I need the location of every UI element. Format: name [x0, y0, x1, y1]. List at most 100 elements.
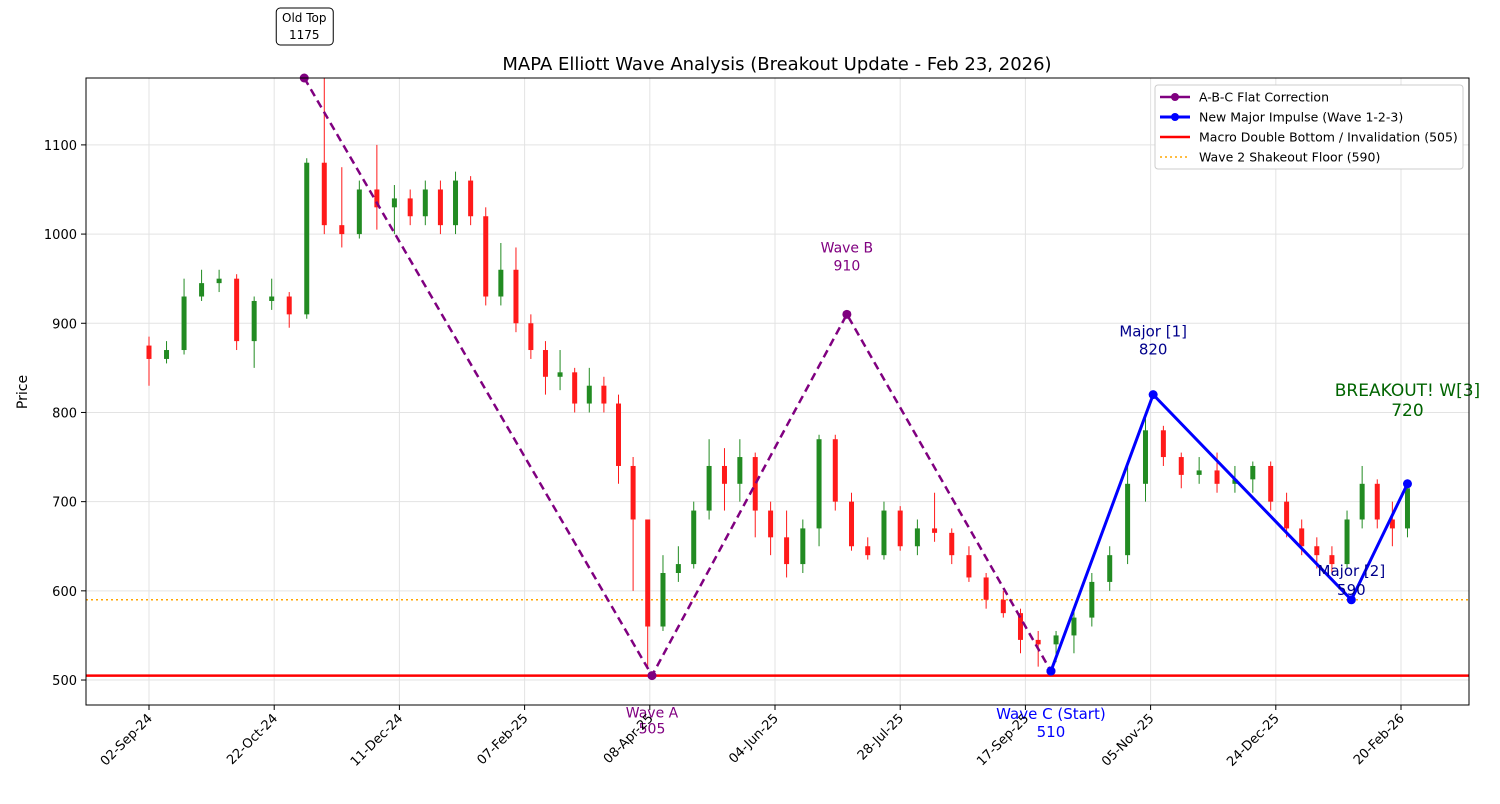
- legend-label: Macro Double Bottom / Invalidation (505): [1199, 130, 1458, 145]
- candle-body: [146, 345, 152, 359]
- annotation-m2: Major [2]590: [1318, 562, 1386, 599]
- annotation-label: Major [1]: [1119, 323, 1187, 341]
- x-tick-label: 20-Feb-26: [1351, 711, 1408, 768]
- candle-body: [691, 510, 697, 565]
- candle-body: [1035, 639, 1041, 645]
- candle: [1374, 479, 1380, 529]
- y-tick-label: 1100: [44, 139, 77, 154]
- candle-body: [542, 350, 548, 377]
- candle-body: [752, 457, 758, 511]
- candle-body: [339, 225, 345, 235]
- wave-point-marker: [842, 309, 852, 319]
- candle: [321, 78, 327, 235]
- candle: [832, 434, 838, 511]
- legend-label: Wave 2 Shakeout Floor (590): [1199, 150, 1380, 165]
- elliott-wave-chart: MAPA Elliott Wave Analysis (Breakout Upd…: [15, 7, 1480, 770]
- candle: [164, 341, 170, 364]
- candle: [146, 336, 152, 386]
- x-tick-label: 28-Jul-25: [855, 711, 907, 763]
- candle: [784, 510, 790, 578]
- plot-frame: [85, 77, 1470, 706]
- candle: [932, 492, 938, 542]
- annotation-oldtop: Old Top 1175: [275, 7, 334, 46]
- candle: [498, 243, 504, 306]
- candle-body: [881, 510, 887, 556]
- candle-body: [391, 198, 397, 208]
- candle-body: [849, 501, 855, 547]
- candle-body: [557, 372, 563, 377]
- candle: [1359, 465, 1365, 529]
- candle-body: [1053, 635, 1059, 645]
- candle: [1089, 573, 1095, 627]
- candle: [304, 158, 310, 319]
- candle-body: [832, 439, 838, 502]
- wave-point-marker: [1402, 479, 1412, 489]
- candle-body: [1299, 528, 1305, 547]
- candle-body: [483, 216, 489, 297]
- candle: [752, 452, 758, 538]
- candle-body: [706, 465, 712, 511]
- candle-body: [800, 528, 806, 565]
- candle: [601, 376, 607, 413]
- candle-body: [816, 439, 822, 529]
- candle: [1250, 461, 1256, 493]
- candle: [542, 341, 548, 395]
- candle: [1125, 465, 1131, 565]
- candle-body: [768, 510, 774, 538]
- candle: [286, 292, 292, 328]
- candle: [422, 180, 428, 226]
- candle-body: [1107, 555, 1113, 582]
- candle-body: [498, 269, 504, 297]
- candle: [339, 167, 345, 248]
- candle-body: [616, 403, 621, 466]
- annotation-w3: BREAKOUT! W[3]720: [1335, 381, 1480, 421]
- candle: [374, 144, 380, 230]
- candle: [865, 537, 871, 560]
- legend-item: Macro Double Bottom / Invalidation (505): [1160, 130, 1458, 145]
- candle: [737, 439, 743, 502]
- candle-body: [304, 162, 310, 315]
- candle-body: [1142, 430, 1148, 484]
- candle-body: [660, 573, 666, 627]
- candle-body: [1214, 470, 1220, 484]
- candle-body: [897, 510, 903, 547]
- annotation-label: Wave B: [821, 240, 873, 256]
- candle: [897, 506, 903, 551]
- candle-body: [1314, 546, 1320, 556]
- x-tick-label: 22-Oct-24: [224, 711, 281, 768]
- candle: [816, 434, 822, 547]
- candle: [660, 555, 666, 631]
- candle: [881, 501, 887, 560]
- candle-body: [513, 269, 519, 324]
- wave-point-marker: [647, 671, 657, 681]
- candle-body: [1125, 483, 1131, 556]
- candle-body: [1160, 430, 1166, 458]
- annotation-label: Major [2]: [1318, 562, 1386, 580]
- candle-body: [286, 296, 292, 315]
- candle: [181, 278, 187, 355]
- candle-body: [407, 198, 413, 217]
- candle-body: [1000, 599, 1006, 614]
- x-tick-label: 05-Nov-25: [1099, 711, 1157, 769]
- candle-body: [983, 577, 989, 600]
- annotation-value: 910: [834, 258, 861, 274]
- candle-body: [1284, 501, 1290, 529]
- annotation-value: 820: [1139, 341, 1168, 359]
- grid: [86, 78, 1469, 705]
- candle: [616, 394, 621, 484]
- candle: [483, 207, 489, 306]
- y-tick-label: 500: [52, 674, 77, 689]
- candle: [1000, 590, 1006, 618]
- candle: [528, 314, 534, 359]
- y-tick-label: 800: [52, 406, 77, 421]
- candle: [949, 528, 955, 565]
- candle-body: [1268, 465, 1274, 502]
- candle-body: [601, 385, 607, 404]
- chart-title: MAPA Elliott Wave Analysis (Breakout Upd…: [502, 54, 1051, 75]
- candle-body: [269, 296, 275, 301]
- y-axis-label: Price: [15, 375, 31, 409]
- candle: [513, 247, 519, 333]
- candle: [557, 350, 563, 391]
- candle: [269, 278, 275, 310]
- candle: [234, 274, 240, 351]
